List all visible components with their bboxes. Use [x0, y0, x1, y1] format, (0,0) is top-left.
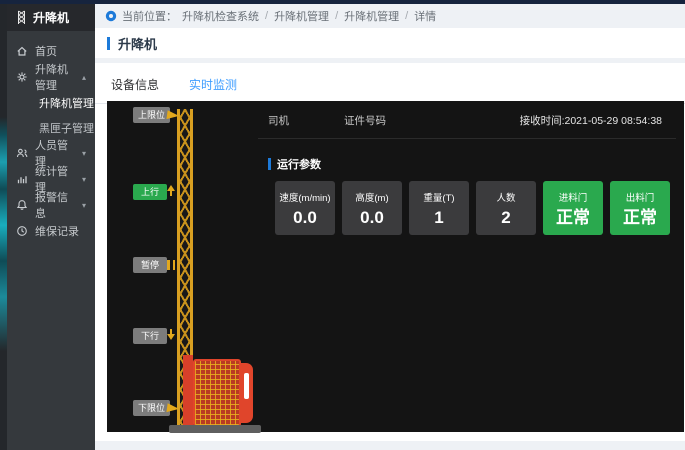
metric-people-count: 人数 2 — [476, 181, 536, 235]
breadcrumb-separator: / — [405, 10, 408, 22]
users-icon — [16, 147, 28, 159]
received-time: 接收时间:2021-05-29 08:54:38 — [520, 113, 662, 128]
sidebar-edge-decoration — [0, 0, 7, 450]
metric-outlet-door: 出料门 正常 — [610, 181, 670, 235]
badge-lower-limit: 下限位 — [133, 400, 170, 416]
logo-label: 升降机 — [33, 9, 69, 26]
badge-up-active: 上行 — [133, 184, 167, 200]
metric-weight: 重量(T) 1 — [409, 181, 469, 235]
sidebar-item-lift-management[interactable]: 升降机管理 ▴ — [7, 64, 95, 90]
badge-upper-limit: 上限位 — [133, 107, 170, 123]
home-icon — [16, 45, 28, 57]
driver-label: 司机 — [268, 113, 289, 128]
breadcrumb-separator: / — [335, 10, 338, 22]
monitor-panel: 上限位 上行 暂停 下行 下限位 司机 证件号码 接收时间:2021-05-29… — [107, 101, 684, 432]
badge-pause: 暂停 — [133, 257, 167, 273]
sidebar-item-label: 升降机管理 — [35, 61, 75, 93]
location-icon — [105, 10, 117, 22]
clock-icon — [16, 225, 28, 237]
metric-height: 高度(m) 0.0 — [342, 181, 402, 235]
metric-inlet-door: 进料门 正常 — [543, 181, 603, 235]
app-logo: 升降机 — [7, 4, 95, 31]
logo-tower-icon — [15, 10, 28, 25]
tab-bar: 设备信息 实时监测 — [95, 72, 685, 104]
pause-icon — [167, 260, 175, 270]
tab-device-info[interactable]: 设备信息 — [109, 72, 161, 103]
flag-icon — [167, 111, 179, 120]
chevron-down-icon: ▾ — [82, 201, 86, 210]
sidebar-item-label: 报警信息 — [35, 189, 75, 221]
badge-down: 下行 — [133, 328, 167, 344]
running-params-header: 运行参数 — [268, 156, 321, 172]
main-area: 当前位置： 升降机检查系统 / 升降机管理 / 升降机管理 / 详情 升降机 设… — [95, 4, 685, 450]
sidebar-item-label: 维保记录 — [35, 223, 79, 239]
info-divider — [258, 138, 676, 139]
bell-icon — [16, 199, 28, 211]
section-accent-bar — [268, 158, 271, 170]
metric-label: 人数 — [496, 190, 515, 204]
sidebar-subitem-lift-management[interactable]: 升降机管理 — [7, 90, 95, 115]
sidebar-item-alarm-info[interactable]: 报警信息 ▾ — [7, 192, 95, 218]
breadcrumb-separator: / — [265, 10, 268, 22]
cage-base-platform — [169, 425, 261, 433]
content-card: 设备信息 实时监测 上限位 上行 暂停 下行 下限位 司机 — [95, 63, 685, 441]
hoist-cage-illustration — [193, 359, 241, 427]
metric-value: 1 — [434, 209, 443, 226]
sidebar: 升降机 首页 升降机管理 ▴ 升降机管理 黑匣子管理 人员管理 ▾ — [0, 0, 95, 450]
page-title: 升降机 — [118, 34, 157, 53]
gear-icon — [16, 71, 28, 83]
metric-label: 出料门 — [626, 190, 655, 204]
metric-label: 速度(m/min) — [279, 190, 330, 204]
cage-cab-window — [244, 373, 249, 399]
chevron-up-icon: ▴ — [82, 73, 86, 82]
cage-mount — [183, 355, 193, 429]
stats-icon — [16, 173, 28, 185]
metric-speed: 速度(m/min) 0.0 — [275, 181, 335, 235]
sidebar-subitem-label: 黑匣子管理 — [39, 120, 94, 136]
metric-value: 正常 — [556, 209, 590, 226]
certificate-number-label: 证件号码 — [344, 113, 386, 128]
top-strip — [0, 0, 685, 4]
metric-label: 重量(T) — [423, 190, 454, 204]
metrics-row: 速度(m/min) 0.0 高度(m) 0.0 重量(T) 1 人数 2 进料门 — [275, 181, 670, 235]
metric-value: 0.0 — [293, 209, 317, 226]
metric-value: 0.0 — [360, 209, 384, 226]
title-accent-bar — [107, 37, 110, 50]
metric-label: 进料门 — [559, 190, 588, 204]
tab-realtime-monitor[interactable]: 实时监测 — [187, 72, 239, 104]
chevron-down-icon: ▾ — [82, 149, 86, 158]
monitor-info-header: 司机 证件号码 接收时间:2021-05-29 08:54:38 — [268, 113, 662, 128]
sidebar-subitem-label: 升降机管理 — [39, 95, 94, 111]
breadcrumb-prefix: 当前位置： — [122, 8, 177, 24]
chevron-down-icon: ▾ — [82, 175, 86, 184]
breadcrumb: 当前位置： 升降机检查系统 / 升降机管理 / 升降机管理 / 详情 — [95, 4, 685, 28]
sidebar-menu: 首页 升降机管理 ▴ 升降机管理 黑匣子管理 人员管理 ▾ 统计管理 — [7, 38, 95, 244]
metric-value: 正常 — [623, 209, 657, 226]
metric-value: 2 — [501, 209, 510, 226]
sidebar-item-maintenance-records[interactable]: 维保记录 — [7, 218, 95, 244]
breadcrumb-item-lift-management-2[interactable]: 升降机管理 — [344, 8, 399, 24]
arrow-down-icon — [167, 329, 175, 340]
page-header: 升降机 — [95, 28, 685, 58]
app-root: { "logo": { "label": "升降机" }, "sidebar":… — [0, 0, 685, 450]
arrow-up-icon — [167, 185, 175, 196]
breadcrumb-item-detail[interactable]: 详情 — [414, 8, 436, 24]
metric-label: 高度(m) — [355, 190, 388, 204]
sidebar-item-label: 首页 — [35, 43, 57, 59]
breadcrumb-item-system[interactable]: 升降机检查系统 — [182, 8, 259, 24]
breadcrumb-item-lift-management[interactable]: 升降机管理 — [274, 8, 329, 24]
flag-icon — [167, 404, 179, 413]
section-title: 运行参数 — [277, 156, 321, 172]
